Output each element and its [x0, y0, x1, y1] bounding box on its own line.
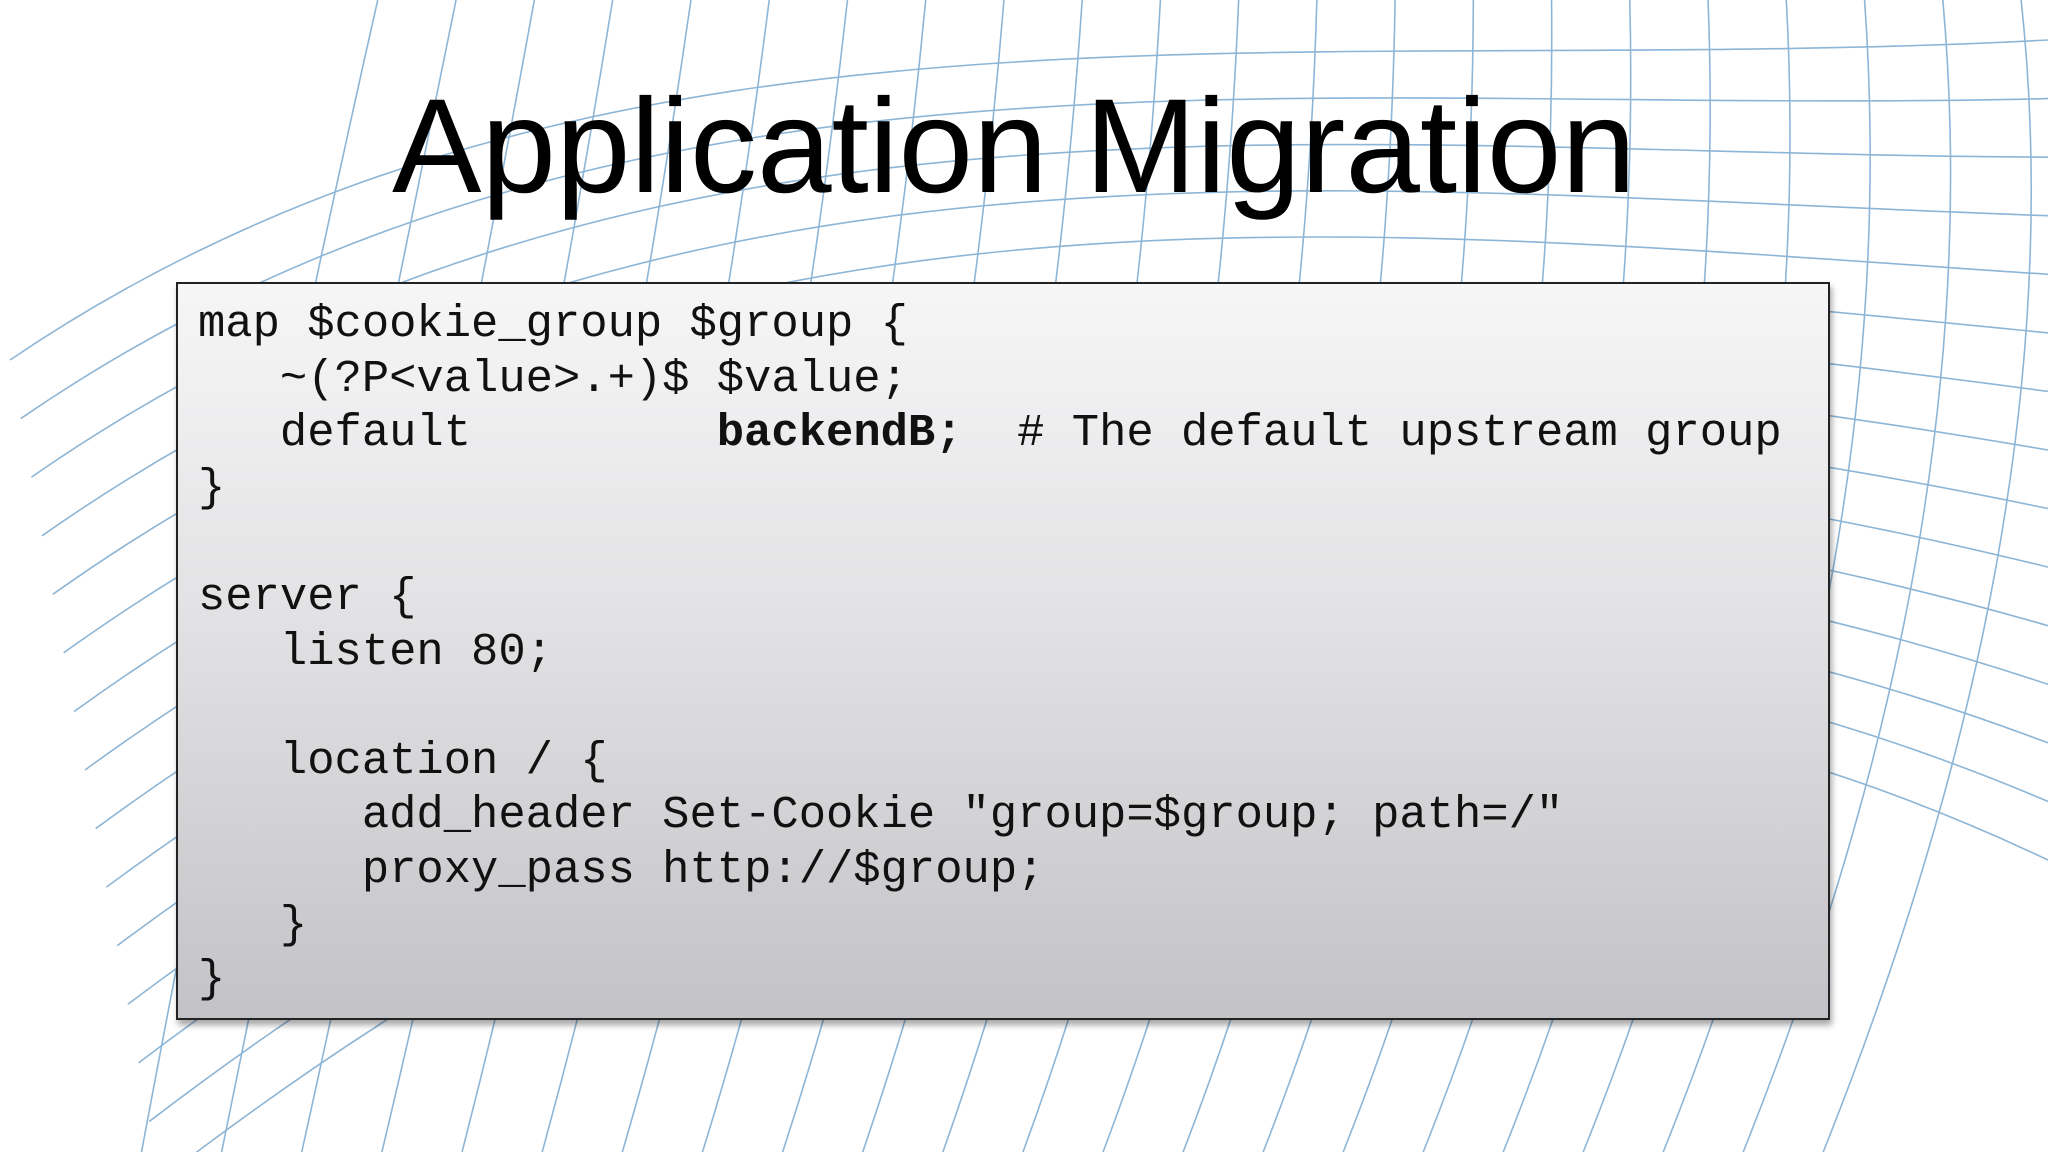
code-segment: map $cookie_group $group {	[198, 298, 908, 350]
code-segment: }	[198, 953, 226, 1006]
code-line: proxy_pass http://$group;	[198, 843, 1782, 898]
code-segment: # The default upstream group	[962, 407, 1782, 460]
code-line: map $cookie_group $group {	[198, 297, 1782, 352]
code-text: map $cookie_group $group { ~(?P<value>.+…	[198, 297, 1782, 1007]
code-segment: ~(?P<value>.+)$ $value;	[198, 352, 908, 405]
code-line: server {	[198, 570, 1782, 625]
code-block: map $cookie_group $group { ~(?P<value>.+…	[176, 282, 1830, 1020]
slide-title: Application Migration	[392, 72, 1636, 221]
code-line: ~(?P<value>.+)$ $value;	[198, 352, 1782, 407]
code-segment: default	[198, 407, 717, 460]
code-segment: listen 80;	[198, 625, 553, 678]
code-segment: location / {	[198, 734, 608, 787]
code-segment: }	[198, 461, 226, 514]
code-line: }	[198, 898, 1782, 953]
code-line: }	[198, 952, 1782, 1007]
code-line: listen 80;	[198, 625, 1782, 680]
code-line: add_header Set-Cookie "group=$group; pat…	[198, 788, 1782, 843]
code-line: default backendB; # The default upstream…	[198, 406, 1782, 461]
code-segment: add_header Set-Cookie "group=$group; pat…	[198, 789, 1564, 842]
code-segment: server {	[198, 570, 417, 623]
code-line: }	[198, 461, 1782, 516]
code-segment: proxy_pass http://$group;	[198, 843, 1045, 896]
slide: Application Migration map $cookie_group …	[0, 0, 2048, 1152]
code-segment: }	[198, 898, 308, 951]
code-line: location / {	[198, 734, 1782, 789]
code-keyword-bold: backendB;	[716, 407, 963, 460]
